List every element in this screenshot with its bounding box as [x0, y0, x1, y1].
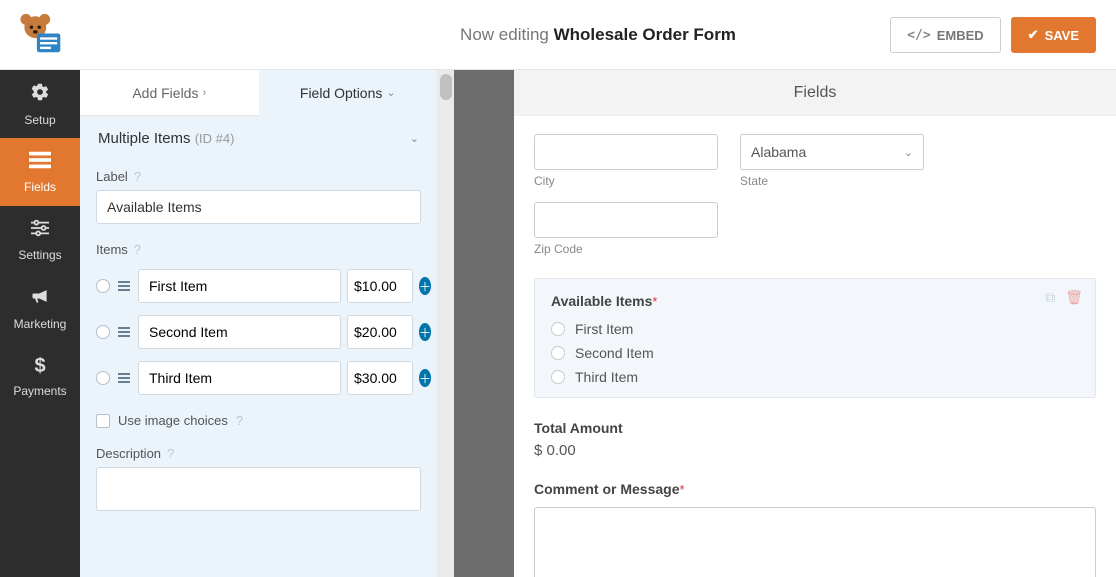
item-default-radio[interactable]	[96, 279, 110, 293]
check-icon: ✔	[1028, 27, 1039, 43]
use-image-choices-checkbox[interactable]	[96, 414, 110, 428]
state-select[interactable]: Alabama ⌄	[740, 134, 924, 170]
total-value: $ 0.00	[534, 442, 1096, 459]
chevron-right-icon: ›	[202, 87, 206, 99]
left-nav: Setup Fields Settings Marketing $ Paymen…	[0, 70, 80, 577]
now-editing-label: Now editing	[460, 25, 549, 44]
radio-icon	[551, 322, 565, 336]
add-item-button[interactable]: ＋	[419, 277, 431, 295]
field-id: (ID #4)	[195, 131, 235, 146]
choice-label: First Item	[575, 321, 633, 337]
item-row: ＋ －	[96, 269, 421, 303]
embed-label: EMBED	[937, 28, 984, 43]
label-label: Label	[96, 169, 128, 184]
panel-scrollbar[interactable]	[438, 70, 454, 577]
help-icon[interactable]: ?	[134, 169, 141, 184]
item-price-input[interactable]	[347, 315, 413, 349]
items-label: Items	[96, 242, 128, 257]
wpforms-logo	[0, 10, 80, 60]
help-icon[interactable]: ?	[167, 446, 174, 461]
nav-setup-label: Setup	[24, 113, 55, 127]
preview-header: Fields	[514, 70, 1116, 116]
nav-settings-label: Settings	[18, 248, 61, 262]
choice-label: Second Item	[575, 345, 654, 361]
chevron-down-icon: ⌄	[410, 132, 419, 145]
state-value: Alabama	[751, 144, 806, 160]
item-row: ＋ －	[96, 361, 421, 395]
total-label: Total Amount	[534, 420, 1096, 436]
nav-fields[interactable]: Fields	[0, 138, 80, 206]
required-asterisk: *	[679, 482, 684, 497]
delete-icon[interactable]: 🗑	[1065, 289, 1083, 306]
megaphone-icon	[29, 286, 51, 311]
nav-settings[interactable]: Settings	[0, 206, 80, 274]
item-name-input[interactable]	[138, 269, 341, 303]
save-label: SAVE	[1045, 28, 1079, 43]
label-input[interactable]	[96, 190, 421, 224]
scroll-thumb[interactable]	[440, 74, 452, 100]
nav-marketing-label: Marketing	[14, 317, 67, 331]
nav-marketing[interactable]: Marketing	[0, 274, 80, 342]
preview-gutter	[454, 70, 514, 577]
choice-radio[interactable]: Third Item	[551, 369, 1079, 385]
add-item-button[interactable]: ＋	[419, 323, 431, 341]
item-name-input[interactable]	[138, 361, 341, 395]
item-price-input[interactable]	[347, 269, 413, 303]
choice-label: Third Item	[575, 369, 638, 385]
description-textarea[interactable]	[96, 467, 421, 511]
nav-fields-label: Fields	[24, 180, 56, 194]
drag-handle-icon[interactable]	[116, 373, 132, 383]
form-name: Wholesale Order Form	[554, 25, 736, 44]
tab-add-fields-label: Add Fields	[132, 85, 198, 101]
sliders-icon	[29, 219, 51, 242]
field-options-panel: Add Fields › Field Options ⌄ Multiple It…	[80, 70, 438, 577]
help-icon[interactable]: ?	[134, 242, 141, 257]
tab-field-options-label: Field Options	[300, 85, 382, 101]
embed-button[interactable]: </> EMBED	[890, 17, 1000, 53]
save-button[interactable]: ✔ SAVE	[1011, 17, 1096, 53]
city-label: City	[534, 174, 718, 188]
use-image-choices-label: Use image choices	[118, 413, 228, 428]
gear-icon	[30, 82, 50, 107]
help-icon[interactable]: ?	[236, 413, 243, 428]
comment-textarea[interactable]	[534, 507, 1096, 577]
add-item-button[interactable]: ＋	[419, 369, 431, 387]
drag-handle-icon[interactable]	[116, 281, 132, 291]
radio-icon	[551, 370, 565, 384]
list-icon	[29, 151, 51, 174]
item-row: ＋ －	[96, 315, 421, 349]
available-items-title: Available Items	[551, 293, 652, 309]
item-default-radio[interactable]	[96, 371, 110, 385]
tab-field-options[interactable]: Field Options ⌄	[259, 70, 438, 116]
choice-radio[interactable]: First Item	[551, 321, 1079, 337]
drag-handle-icon[interactable]	[116, 327, 132, 337]
state-label: State	[740, 174, 924, 188]
city-input[interactable]	[534, 134, 718, 170]
chevron-down-icon: ⌄	[904, 146, 913, 159]
comment-label: Comment or Message	[534, 481, 679, 497]
nav-payments[interactable]: $ Payments	[0, 342, 80, 410]
item-name-input[interactable]	[138, 315, 341, 349]
dollar-icon: $	[34, 355, 45, 378]
nav-payments-label: Payments	[13, 384, 66, 398]
nav-setup[interactable]: Setup	[0, 70, 80, 138]
field-header[interactable]: Multiple Items (ID #4) ⌄	[96, 116, 421, 157]
duplicate-icon[interactable]: ⧉	[1045, 289, 1055, 306]
item-default-radio[interactable]	[96, 325, 110, 339]
tab-add-fields[interactable]: Add Fields ›	[80, 70, 259, 116]
zip-input[interactable]	[534, 202, 718, 238]
chevron-down-icon: ⌄	[386, 86, 395, 99]
choice-radio[interactable]: Second Item	[551, 345, 1079, 361]
required-asterisk: *	[652, 294, 657, 309]
radio-icon	[551, 346, 565, 360]
description-label: Description	[96, 446, 161, 461]
available-items-field[interactable]: ⧉ 🗑 Available Items* First Item Second I…	[534, 278, 1096, 398]
item-price-input[interactable]	[347, 361, 413, 395]
zip-label: Zip Code	[534, 242, 1096, 256]
code-icon: </>	[907, 28, 930, 43]
field-title: Multiple Items	[98, 130, 191, 147]
